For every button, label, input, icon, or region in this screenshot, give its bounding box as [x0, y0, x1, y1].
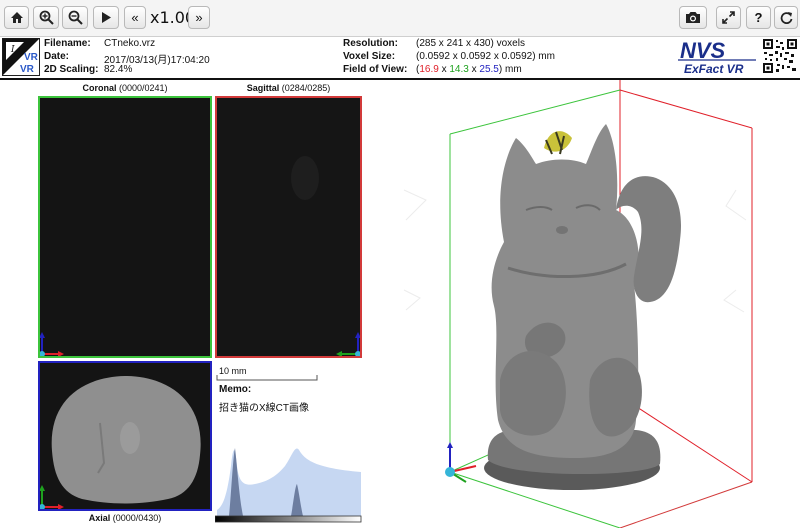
help-label: ?	[754, 10, 763, 25]
zoom-in-button[interactable]	[33, 6, 59, 29]
coronal-title-text: Coronal	[82, 83, 117, 93]
sagittal-axes	[291, 156, 360, 356]
toolbar: « x1.00 » ?	[0, 0, 800, 37]
axial-title-text: Axial	[88, 513, 111, 523]
coronal-axes	[40, 332, 64, 356]
fov-y: 14.3	[449, 64, 469, 75]
reload-button[interactable]	[774, 6, 798, 29]
zoom-out-icon	[68, 10, 83, 25]
axial-index: (0000/0430)	[112, 513, 162, 523]
filename-value: CTneko.vrz	[104, 38, 156, 49]
coronal-index: (0000/0241)	[118, 83, 168, 93]
app-icon-letters-top: VR	[24, 52, 39, 63]
home-icon	[10, 12, 23, 23]
sagittal-view[interactable]	[215, 96, 362, 358]
voxel-size-value: (0.0592 x 0.0592 x 0.0592) mm	[416, 51, 555, 62]
scaling-label: 2D Scaling:	[44, 64, 99, 75]
axial-slice	[40, 376, 201, 509]
brand-top: NVS	[680, 38, 726, 63]
date-label: Date:	[44, 51, 70, 62]
camera-icon	[686, 11, 700, 23]
volume-render-view[interactable]	[376, 80, 800, 528]
fov-value: (16.9 x 14.3 x 25.5) mm	[416, 64, 522, 75]
fullscreen-button[interactable]	[716, 6, 741, 29]
resolution-value: (285 x 241 x 430) voxels	[416, 38, 525, 49]
help-button[interactable]: ?	[746, 6, 771, 29]
next-label: »	[195, 10, 203, 25]
next-zoom-button[interactable]: »	[188, 6, 210, 29]
brand-bottom: ExFact VR	[684, 62, 744, 76]
fov-label: Field of View:	[343, 64, 408, 75]
fov-sep1: x	[438, 64, 450, 75]
histogram-gradient-bar	[215, 515, 362, 523]
memo-title: Memo:	[219, 384, 252, 395]
histogram[interactable]	[215, 436, 363, 525]
prev-zoom-button[interactable]: «	[124, 6, 146, 29]
play-icon	[102, 12, 111, 23]
zoom-out-button[interactable]	[62, 6, 88, 29]
coronal-title: Coronal (0000/0241)	[38, 83, 212, 93]
sagittal-title: Sagittal (0284/0285)	[215, 83, 362, 93]
brand-logo: NVS ExFact VR	[678, 38, 756, 76]
axial-view[interactable]	[38, 361, 212, 511]
filename-label: Filename:	[44, 38, 91, 49]
prev-label: «	[131, 10, 139, 25]
screenshot-button[interactable]	[679, 6, 707, 29]
fullscreen-icon	[722, 11, 735, 24]
scale-bar	[216, 375, 318, 381]
scaling-value: 82.4%	[104, 64, 133, 75]
sagittal-title-text: Sagittal	[246, 83, 280, 93]
voxel-size-label: Voxel Size:	[343, 51, 396, 62]
fov-z: 25.5	[479, 64, 499, 75]
fov-x: 16.9	[419, 64, 439, 75]
svg-text:I: I	[10, 45, 15, 55]
zoom-in-icon	[39, 10, 54, 25]
resolution-label: Resolution:	[343, 38, 398, 49]
maneki-neko-model	[484, 124, 681, 490]
reload-icon	[780, 12, 792, 24]
fov-close: ) mm	[498, 64, 522, 75]
axial-title: Axial (0000/0430)	[38, 513, 212, 523]
file-info-header: I VR VR Filename: CTneko.vrz Date: 2017/…	[0, 36, 800, 80]
memo-text: 招き猫のX線CT画像	[219, 403, 309, 414]
fov-sep2: x	[468, 64, 480, 75]
sagittal-index: (0284/0285)	[281, 83, 331, 93]
play-button[interactable]	[93, 6, 119, 29]
home-button[interactable]	[4, 6, 29, 29]
coronal-view[interactable]	[38, 96, 212, 358]
qr-code-icon	[762, 38, 798, 74]
app-logo-icon: I VR VR	[2, 38, 40, 76]
app-icon-letters-bottom: VR	[20, 64, 35, 75]
